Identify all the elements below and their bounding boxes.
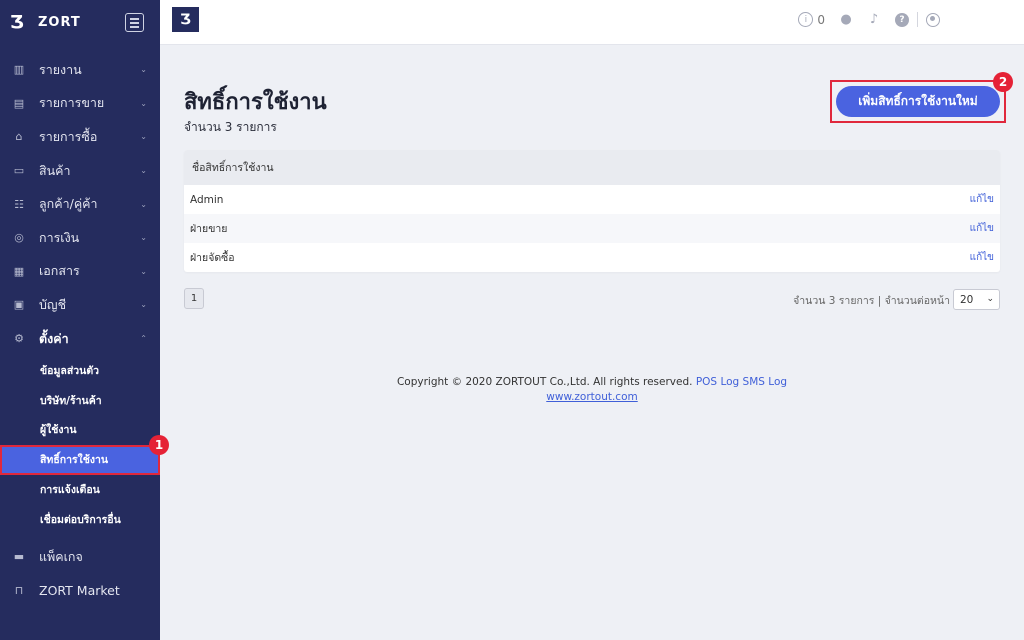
sidebar: Ʒ ZORT ▥ รายงาน ⌄ ▤ รายการขาย ⌄ ⌂ รายการ… xyxy=(0,0,160,640)
submenu-item-integrations[interactable]: เชื่อมต่อบริการอื่น xyxy=(0,504,160,534)
sms-log-link[interactable]: SMS Log xyxy=(743,376,787,388)
chevron-down-icon: ⌄ xyxy=(986,294,994,304)
brand-name: ZORT xyxy=(38,15,81,30)
gear-icon: ⚙ xyxy=(14,332,24,346)
sidebar-item-sales[interactable]: ▤ รายการขาย ⌄ xyxy=(0,87,160,121)
divider xyxy=(917,12,918,27)
chevron-down-icon: ⌄ xyxy=(140,199,147,209)
ledger-icon: ▣ xyxy=(13,298,25,312)
submenu-item-company[interactable]: บริษัท/ร้านค้า xyxy=(0,385,160,415)
sidebar-item-label: การเงิน xyxy=(39,229,80,245)
menu-toggle-icon[interactable] xyxy=(125,13,144,32)
sidebar-item-label: ตั้งค่า xyxy=(39,330,69,346)
chevron-down-icon: ⌄ xyxy=(140,166,147,176)
chevron-down-icon: ⌄ xyxy=(140,233,147,243)
table-header: ชื่อสิทธิ์การใช้งาน xyxy=(184,150,1000,185)
zort-logo-icon: Ʒ xyxy=(172,7,199,32)
bag-icon: ⊓ xyxy=(14,584,24,598)
sidebar-item-purchase[interactable]: ⌂ รายการซื้อ ⌄ xyxy=(0,120,160,154)
sidebar-item-finance[interactable]: ◎ การเงิน ⌄ xyxy=(0,221,160,255)
website-link[interactable]: www.zortout.com xyxy=(546,391,637,403)
submenu-item-label: สิทธิ์การใช้งาน xyxy=(40,454,109,467)
submenu-item-notifications[interactable]: การแจ้งเตือน xyxy=(0,475,160,505)
sidebar-item-label: ลูกค้า/คู่ค้า xyxy=(39,196,98,212)
document-icon: ▦ xyxy=(13,264,25,278)
permission-name: ฝ่ายขาย xyxy=(190,223,228,235)
sidebar-item-label: รายงาน xyxy=(39,61,82,77)
box-icon: ▭ xyxy=(13,164,25,178)
pagination-info: จำนวน 3 รายการ | จำนวนต่อหน้า xyxy=(793,295,950,307)
sidebar-item-market[interactable]: ⊓ ZORT Market xyxy=(0,574,160,608)
pos-link[interactable]: POS xyxy=(696,376,717,388)
submenu-item-permissions[interactable]: สิทธิ์การใช้งาน xyxy=(0,444,160,475)
chevron-down-icon: ⌄ xyxy=(140,132,147,142)
info-icon[interactable]: i xyxy=(798,12,814,27)
edit-link[interactable]: แก้ไข xyxy=(970,250,994,265)
topbar-icons: i 0 ● ♪ ? xyxy=(798,12,940,27)
step-badge-1: 1 xyxy=(149,435,169,455)
help-icon[interactable]: ? xyxy=(895,12,909,27)
coin-icon: ◎ xyxy=(14,231,24,245)
per-page-value: 20 xyxy=(960,293,974,306)
basket-icon: ⌂ xyxy=(15,130,23,144)
chevron-down-icon: ⌄ xyxy=(140,266,147,276)
sidebar-item-label: แพ็คเกจ xyxy=(39,548,83,564)
record-count: จำนวน 3 รายการ xyxy=(184,120,277,134)
chevron-down-icon: ⌄ xyxy=(140,65,147,75)
briefcase-icon: ▬ xyxy=(13,550,25,564)
sidebar-bottom: ▬ แพ็คเกจ ⊓ ZORT Market xyxy=(0,540,160,607)
topbar: Ʒ i 0 ● ♪ ? xyxy=(160,0,1024,45)
chevron-up-icon: ⌃ xyxy=(140,334,147,344)
brand: Ʒ ZORT xyxy=(0,0,160,45)
sidebar-item-accounting[interactable]: ▣ บัญชี ⌄ xyxy=(0,288,160,322)
zort-logo-icon: Ʒ xyxy=(10,11,24,33)
bar-chart-icon: ▥ xyxy=(13,63,25,77)
clipboard-icon: ▤ xyxy=(13,96,25,110)
sidebar-item-documents[interactable]: ▦ เอกสาร ⌄ xyxy=(0,255,160,289)
settings-submenu: ข้อมูลส่วนตัว บริษัท/ร้านค้า ผู้ใช้งาน ส… xyxy=(0,355,160,534)
sidebar-item-products[interactable]: ▭ สินค้า ⌄ xyxy=(0,154,160,188)
sidebar-item-label: เอกสาร xyxy=(39,263,80,279)
copyright-text: Copyright © 2020 ZORTOUT Co.,Ltd. All ri… xyxy=(396,376,693,388)
page-title: สิทธิ์การใช้งาน xyxy=(184,90,327,115)
sidebar-item-label: ZORT Market xyxy=(39,583,120,599)
users-icon: ☷ xyxy=(14,197,24,211)
table-row: ฝ่ายจัดซื้อ แก้ไข xyxy=(184,243,1000,272)
log-link[interactable]: Log xyxy=(720,376,739,388)
sidebar-item-label: บัญชี xyxy=(39,296,67,312)
sidebar-item-package[interactable]: ▬ แพ็คเกจ xyxy=(0,540,160,574)
table-row: Admin แก้ไข xyxy=(184,185,1000,214)
permissions-table: ชื่อสิทธิ์การใช้งาน Admin แก้ไข ฝ่ายขาย … xyxy=(184,150,1000,272)
table-row: ฝ่ายขาย แก้ไข xyxy=(184,214,1000,243)
submenu-item-users[interactable]: ผู้ใช้งาน xyxy=(0,415,160,445)
user-icon[interactable]: ● xyxy=(839,12,853,27)
chevron-down-icon: ⌄ xyxy=(140,300,147,310)
sidebar-item-label: สินค้า xyxy=(39,162,71,178)
add-button-highlight: เพิ่มสิทธิ์การใช้งานใหม่ xyxy=(830,80,1006,123)
permission-name: Admin xyxy=(190,193,224,206)
edit-link[interactable]: แก้ไข xyxy=(970,221,994,236)
edit-link[interactable]: แก้ไข xyxy=(970,192,994,207)
sidebar-item-contacts[interactable]: ☷ ลูกค้า/คู่ค้า ⌄ xyxy=(0,187,160,221)
add-permission-button[interactable]: เพิ่มสิทธิ์การใช้งานใหม่ xyxy=(836,86,1000,117)
sidebar-menu: ▥ รายงาน ⌄ ▤ รายการขาย ⌄ ⌂ รายการซื้อ ⌄ … xyxy=(0,53,160,607)
info-count: 0 xyxy=(817,12,825,27)
account-icon[interactable] xyxy=(926,12,940,27)
page-button[interactable]: 1 xyxy=(184,288,204,309)
sidebar-item-settings[interactable]: ⚙ ตั้งค่า ⌃ xyxy=(0,322,160,356)
sidebar-item-label: รายการซื้อ xyxy=(39,128,98,144)
sidebar-item-report[interactable]: ▥ รายงาน ⌄ xyxy=(0,53,160,87)
chevron-down-icon: ⌄ xyxy=(140,98,147,108)
footer: Copyright © 2020 ZORTOUT Co.,Ltd. All ri… xyxy=(160,375,1024,405)
submenu-item-profile[interactable]: ข้อมูลส่วนตัว xyxy=(0,355,160,385)
per-page-select[interactable]: 20 ⌄ xyxy=(953,289,1000,310)
sidebar-item-label: รายการขาย xyxy=(39,95,105,111)
bell-icon[interactable]: ♪ xyxy=(867,12,881,27)
step-badge-2: 2 xyxy=(993,72,1013,92)
permission-name: ฝ่ายจัดซื้อ xyxy=(190,252,235,264)
